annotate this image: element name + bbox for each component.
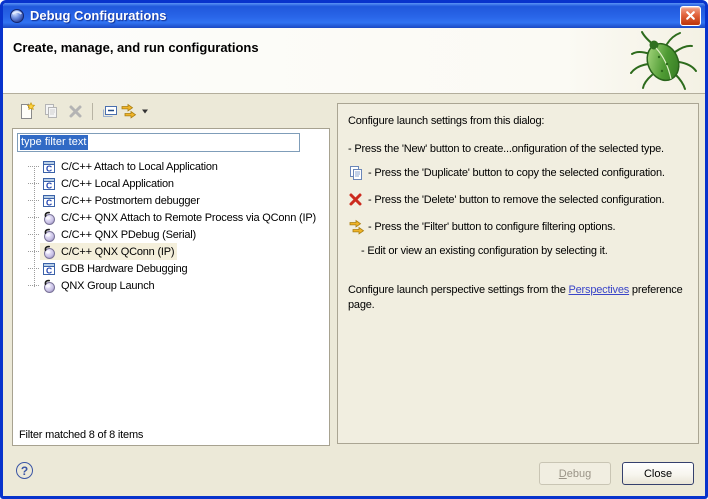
tree-item[interactable]: C/C++ QNX PDebug (Serial) xyxy=(13,226,329,243)
tree-item[interactable]: C C/C++ Postmortem debugger xyxy=(13,192,329,209)
debug-button[interactable]: Debug xyxy=(539,462,611,485)
titlebar-close-button[interactable] xyxy=(680,6,701,26)
tree-item-label: C/C++ QNX Attach to Remote Process via Q… xyxy=(61,212,316,224)
qnx-icon xyxy=(41,278,57,294)
perspective-text-prefix: Configure launch perspective settings fr… xyxy=(348,284,569,296)
tree-item-label: C/C++ Postmortem debugger xyxy=(61,195,200,207)
page-title: Create, manage, and run configurations xyxy=(3,28,705,55)
help-bullet-text: - Press the 'Filter' button to configure… xyxy=(368,220,615,234)
dialog-header: Create, manage, and run configurations xyxy=(3,28,705,94)
dropdown-arrow-icon xyxy=(142,109,148,114)
help-bullet-text: - Press the 'Duplicate' button to copy t… xyxy=(368,166,665,180)
eclipse-app-icon xyxy=(9,8,25,24)
filter-icon xyxy=(348,219,368,235)
tree-item-label: C/C++ QNX QConn (IP) xyxy=(61,246,174,258)
help-bullet-text: - Press the 'New' button to create...onf… xyxy=(348,142,664,156)
svg-text:C: C xyxy=(46,197,52,207)
qnx-icon xyxy=(41,210,57,226)
help-bullet: - Edit or view an existing configuration… xyxy=(348,240,692,261)
title-bar[interactable]: Debug Configurations xyxy=(3,3,705,28)
help-bullet-text: - Edit or view an existing configuration… xyxy=(361,244,608,258)
tree-item[interactable]: C/C++ QNX QConn (IP) xyxy=(13,243,329,260)
configurations-toolbar xyxy=(15,100,146,122)
question-mark-icon: ? xyxy=(21,464,28,478)
filter-launch-configurations-button[interactable] xyxy=(122,100,146,122)
green-bug-icon xyxy=(629,30,699,97)
button-bar: ? Debug Close xyxy=(3,450,705,496)
duplicate-configuration-button[interactable] xyxy=(39,100,63,122)
tree-item-label: C/C++ Attach to Local Application xyxy=(61,161,218,173)
tree-item[interactable]: C GDB Hardware Debugging xyxy=(13,260,329,277)
debug-button-mnemonic: D xyxy=(559,468,567,480)
configurations-panel: type filter text C C/C++ Attach to Local … xyxy=(12,128,330,446)
tree-item-label: C/C++ QNX PDebug (Serial) xyxy=(61,229,196,241)
tree-item[interactable]: QNX Group Launch xyxy=(13,277,329,294)
filter-status-text: Filter matched 8 of 8 items xyxy=(19,429,143,441)
tree-guide-line xyxy=(34,166,35,287)
c-app-icon: C xyxy=(41,193,57,209)
delete-configuration-button[interactable] xyxy=(63,100,87,122)
perspective-paragraph: Configure launch perspective settings fr… xyxy=(348,283,692,313)
filter-input-selected-text: type filter text xyxy=(20,135,88,150)
svg-text:C: C xyxy=(46,180,52,190)
help-bullet: - Press the 'New' button to create...onf… xyxy=(348,138,692,159)
delete-icon xyxy=(68,104,83,119)
close-button[interactable]: Close xyxy=(622,462,694,485)
perspectives-link[interactable]: Perspectives xyxy=(569,284,630,296)
svg-text:C: C xyxy=(46,265,52,275)
debug-button-label: ebug xyxy=(567,468,591,480)
help-bullet: - Press the 'Duplicate' button to copy t… xyxy=(348,159,692,186)
configurations-tree: C C/C++ Attach to Local Application C C/C++… xyxy=(13,158,329,294)
tree-item-label: GDB Hardware Debugging xyxy=(61,263,187,275)
c-app-icon: C xyxy=(41,261,57,277)
duplicate-icon xyxy=(348,165,368,181)
new-configuration-button[interactable] xyxy=(15,100,39,122)
tree-item-label: C/C++ Local Application xyxy=(61,178,174,190)
tree-item-label: QNX Group Launch xyxy=(61,280,154,292)
c-app-icon: C xyxy=(41,176,57,192)
tree-item[interactable]: C C/C++ Local Application xyxy=(13,175,329,192)
qnx-icon xyxy=(41,227,57,243)
filter-input[interactable]: type filter text xyxy=(17,133,300,152)
qnx-icon xyxy=(41,244,57,260)
close-icon xyxy=(685,10,696,21)
svg-text:C: C xyxy=(46,163,52,173)
help-bullet: - Press the 'Delete' button to remove th… xyxy=(348,186,692,213)
new-config-icon xyxy=(18,102,36,120)
help-panel: Configure launch settings from this dial… xyxy=(337,103,699,444)
help-bullet-text: - Press the 'Delete' button to remove th… xyxy=(368,193,664,207)
duplicate-icon xyxy=(43,103,59,119)
collapse-all-button[interactable] xyxy=(98,100,122,122)
c-app-icon: C xyxy=(41,159,57,175)
help-heading: Configure launch settings from this dial… xyxy=(348,114,692,128)
help-bullets: - Press the 'New' button to create...onf… xyxy=(348,138,692,261)
window-title: Debug Configurations xyxy=(30,8,680,23)
tree-item[interactable]: C C/C++ Attach to Local Application xyxy=(13,158,329,175)
help-button[interactable]: ? xyxy=(16,462,33,479)
tree-item[interactable]: C/C++ QNX Attach to Remote Process via Q… xyxy=(13,209,329,226)
collapse-all-icon xyxy=(101,103,119,119)
debug-configurations-dialog: Debug Configurations Create, manage, and… xyxy=(0,0,708,499)
delete-icon xyxy=(348,192,368,207)
filter-icon xyxy=(120,103,140,119)
help-bullet: - Press the 'Filter' button to configure… xyxy=(348,213,692,240)
dialog-body: type filter text C C/C++ Attach to Local … xyxy=(3,94,705,450)
toolbar-separator xyxy=(92,103,93,120)
